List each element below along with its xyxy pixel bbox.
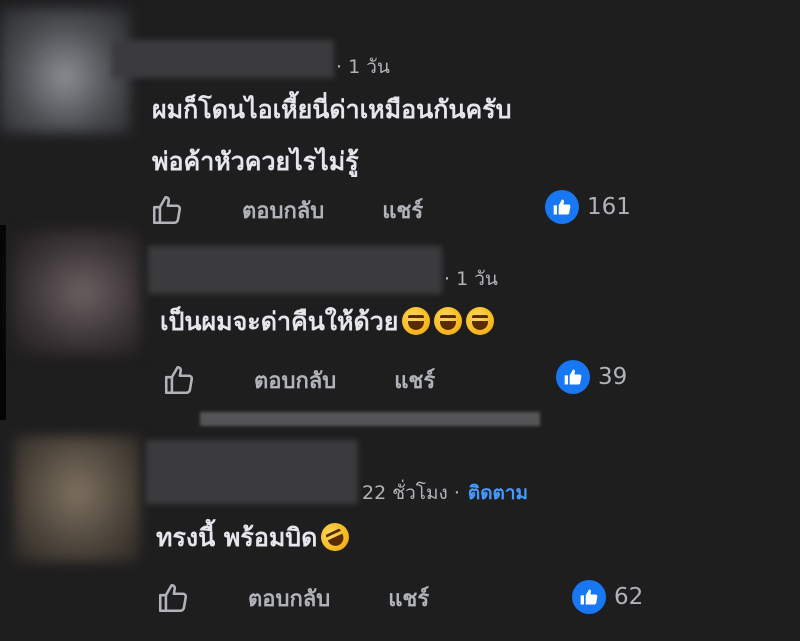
comment-line: ทรงนี้ พร้อมบิด bbox=[156, 523, 318, 552]
cropped-text-fragment bbox=[200, 412, 540, 426]
reaction-count[interactable]: 161 bbox=[545, 190, 631, 224]
comment-body: ทรงนี้ พร้อมบิด bbox=[156, 512, 355, 564]
like-outline-icon[interactable] bbox=[150, 193, 184, 227]
comment-timestamp[interactable]: · 1 วัน bbox=[336, 52, 390, 82]
laughing-emoji-icon bbox=[434, 307, 463, 335]
reply-button[interactable]: ตอบกลับ bbox=[242, 193, 324, 228]
share-button[interactable]: แชร์ bbox=[394, 363, 435, 398]
reaction-count[interactable]: 62 bbox=[572, 580, 643, 614]
rofl-emoji-icon bbox=[316, 518, 355, 556]
reply-button[interactable]: ตอบกลับ bbox=[248, 581, 330, 616]
comment-actions: ตอบกลับ แชร์ bbox=[150, 190, 423, 230]
comment-line: เป็นผมจะด่าคืนให้ด้วย bbox=[160, 307, 399, 336]
comment-body: ผมก็โดนไอเหี้ยนี่ด่าเหมือนกันครับ พ่อค้า… bbox=[152, 84, 512, 188]
comment-actions: ตอบกลับ แชร์ bbox=[156, 578, 429, 618]
comment-timestamp[interactable]: 22 ชั่วโมง · ติดตาม bbox=[362, 478, 528, 508]
commenter-name-redacted[interactable] bbox=[112, 40, 334, 78]
laughing-emoji-icon bbox=[466, 307, 495, 335]
commenter-name-redacted[interactable] bbox=[148, 246, 442, 294]
laughing-emoji-icon bbox=[402, 307, 431, 335]
panel-edge bbox=[0, 225, 6, 420]
thumbs-up-badge-icon bbox=[545, 190, 579, 224]
thumbs-up-badge-icon bbox=[556, 360, 590, 394]
share-button[interactable]: แชร์ bbox=[382, 193, 423, 228]
like-count: 39 bbox=[598, 364, 628, 390]
like-outline-icon[interactable] bbox=[162, 363, 196, 397]
comment-line: พ่อค้าหัวควยไรไม่รู้ bbox=[152, 147, 359, 176]
follow-link[interactable]: ติดตาม bbox=[468, 482, 528, 504]
like-count: 161 bbox=[587, 194, 631, 220]
like-outline-icon[interactable] bbox=[156, 581, 190, 615]
reaction-count[interactable]: 39 bbox=[556, 360, 627, 394]
avatar[interactable] bbox=[0, 8, 130, 133]
thumbs-up-badge-icon bbox=[572, 580, 606, 614]
comment-timestamp[interactable]: · 1 วัน bbox=[444, 264, 498, 294]
share-button[interactable]: แชร์ bbox=[388, 581, 429, 616]
avatar[interactable] bbox=[14, 436, 140, 562]
comment-body: เป็นผมจะด่าคืนให้ด้วย bbox=[160, 296, 495, 348]
avatar[interactable] bbox=[12, 230, 140, 355]
commenter-name-redacted[interactable] bbox=[146, 440, 358, 504]
comment-actions: ตอบกลับ แชร์ bbox=[162, 360, 435, 400]
comments-panel: · 1 วัน ผมก็โดนไอเหี้ยนี่ด่าเหมือนกันครั… bbox=[0, 0, 800, 641]
reply-button[interactable]: ตอบกลับ bbox=[254, 363, 336, 398]
like-count: 62 bbox=[614, 584, 644, 610]
comment-line: ผมก็โดนไอเหี้ยนี่ด่าเหมือนกันครับ bbox=[152, 95, 512, 124]
